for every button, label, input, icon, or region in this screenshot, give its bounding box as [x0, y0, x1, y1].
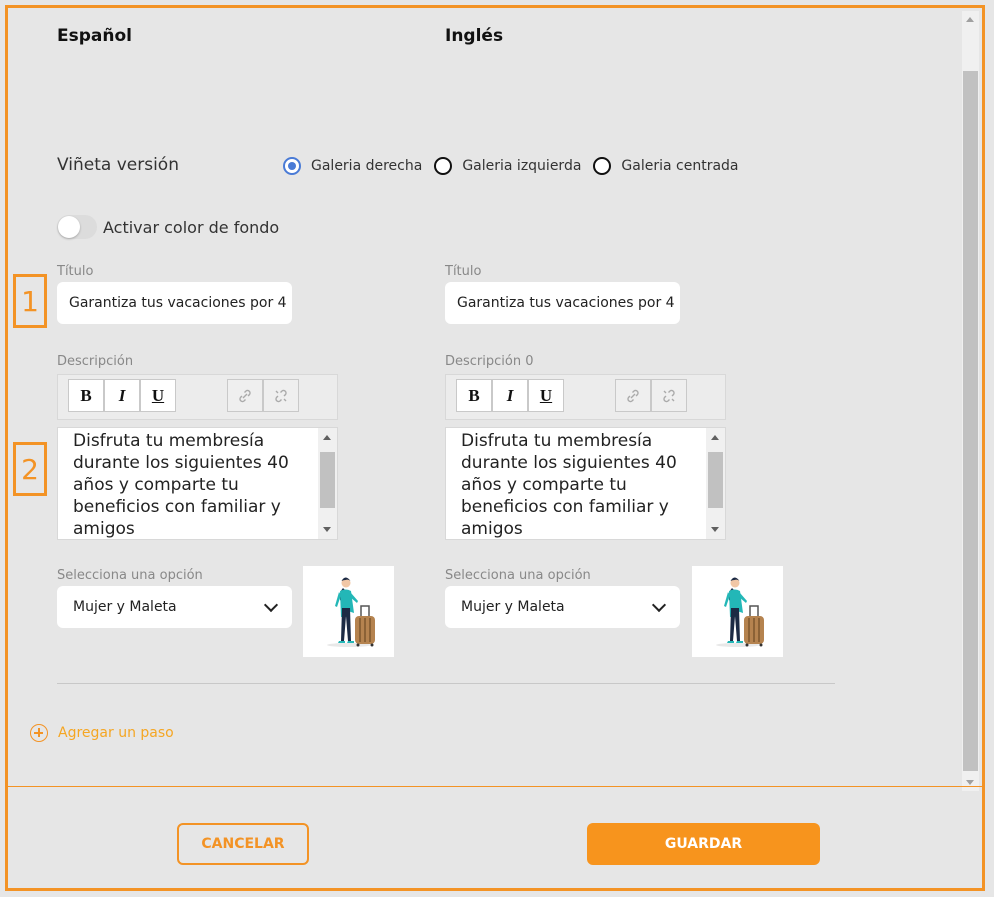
save-button[interactable]: GUARDAR [587, 823, 820, 865]
right-image-preview [692, 566, 783, 657]
left-description-editor[interactable]: Disfruta tu membresía durante los siguie… [57, 427, 338, 540]
chevron-down-icon [263, 597, 279, 613]
scroll-up-icon[interactable] [966, 17, 974, 22]
woman-suitcase-illustration [716, 577, 764, 647]
right-title-input[interactable]: Garantiza tus vacaciones por 4 [445, 282, 680, 324]
link-icon[interactable] [227, 379, 263, 412]
right-image-select[interactable]: Mujer y Maleta [445, 586, 680, 628]
edit-modal: Español Inglés Viñeta versión Galeria de… [5, 5, 985, 891]
italic-button[interactable]: I [104, 379, 140, 412]
bold-button[interactable]: B [456, 379, 492, 412]
select-value: Mujer y Maleta [461, 599, 565, 615]
left-description-text[interactable]: Disfruta tu membresía durante los siguie… [73, 430, 313, 540]
scroll-thumb[interactable] [963, 71, 978, 771]
section-divider [57, 683, 835, 684]
left-select-label: Selecciona una opción [57, 568, 203, 583]
add-step-button[interactable]: Agregar un paso [30, 724, 174, 742]
right-select-label: Selecciona una opción [445, 568, 591, 583]
left-title-input[interactable]: Garantiza tus vacaciones por 4 [57, 282, 292, 324]
right-title-label: Título [445, 264, 482, 279]
radio-label: Galeria centrada [621, 158, 739, 174]
right-editor-toolbar: B I U [445, 374, 726, 420]
plus-circle-icon [30, 724, 48, 742]
modal-scrollbar[interactable] [962, 11, 979, 791]
scroll-thumb[interactable] [320, 452, 335, 508]
unlink-icon[interactable] [651, 379, 687, 412]
right-description-text[interactable]: Disfruta tu membresía durante los siguie… [461, 430, 701, 540]
link-icon[interactable] [615, 379, 651, 412]
scroll-thumb[interactable] [708, 452, 723, 508]
right-description-label: Descripción 0 [445, 354, 534, 369]
radio-unchecked-icon[interactable] [593, 157, 612, 175]
right-description-editor[interactable]: Disfruta tu membresía durante los siguie… [445, 427, 726, 540]
left-description-label: Descripción [57, 354, 134, 369]
radio-galeria-izquierda[interactable]: Galeria izquierda [434, 157, 581, 175]
scroll-down-icon[interactable] [966, 780, 974, 785]
scroll-down-icon[interactable] [323, 527, 331, 532]
vineta-version-label: Viñeta versión [57, 155, 179, 175]
underline-button[interactable]: U [528, 379, 564, 412]
scroll-up-icon[interactable] [711, 435, 719, 440]
scroll-up-icon[interactable] [323, 435, 331, 440]
cancel-button[interactable]: CANCELAR [177, 823, 309, 865]
scroll-down-icon[interactable] [711, 527, 719, 532]
vineta-radio-group: Galeria derecha Galeria izquierda Galeri… [283, 157, 751, 175]
radio-label: Galeria izquierda [462, 158, 582, 174]
column-header-spanish: Español [57, 26, 132, 46]
step-marker-2: 2 [13, 442, 47, 496]
left-title-label: Título [57, 264, 94, 279]
left-image-preview [303, 566, 394, 657]
footer-divider [8, 786, 982, 787]
add-step-label: Agregar un paso [58, 725, 174, 741]
radio-checked-icon[interactable] [283, 157, 301, 175]
left-image-select[interactable]: Mujer y Maleta [57, 586, 292, 628]
bg-color-toggle[interactable] [57, 215, 97, 239]
bold-button[interactable]: B [68, 379, 104, 412]
left-editor-toolbar: B I U [57, 374, 338, 420]
radio-label: Galeria derecha [311, 158, 423, 174]
unlink-icon[interactable] [263, 379, 299, 412]
underline-button[interactable]: U [140, 379, 176, 412]
italic-button[interactable]: I [492, 379, 528, 412]
bg-color-toggle-label: Activar color de fondo [103, 218, 280, 237]
radio-unchecked-icon[interactable] [434, 157, 453, 175]
radio-galeria-centrada[interactable]: Galeria centrada [593, 157, 739, 175]
column-header-english: Inglés [445, 26, 504, 46]
step-marker-1: 1 [13, 274, 47, 328]
radio-galeria-derecha[interactable]: Galeria derecha [283, 157, 422, 175]
editor-scrollbar[interactable] [706, 428, 725, 539]
editor-scrollbar[interactable] [318, 428, 337, 539]
chevron-down-icon [651, 597, 667, 613]
woman-suitcase-illustration [327, 577, 375, 647]
select-value: Mujer y Maleta [73, 599, 177, 615]
